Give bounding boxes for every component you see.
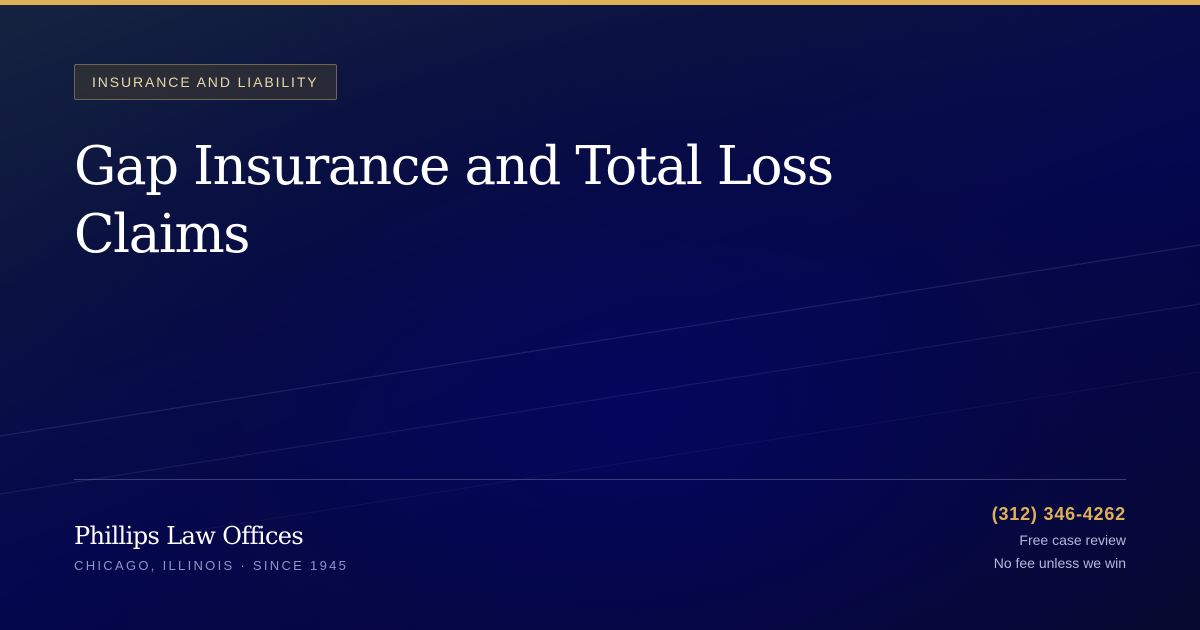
firm-name: Phillips Law Offices xyxy=(74,522,304,550)
firm-tagline: CHICAGO, ILLINOIS · SINCE 1945 xyxy=(74,558,349,573)
free-review-text: Free case review xyxy=(1019,532,1126,548)
divider xyxy=(74,479,1126,480)
category-badge: INSURANCE AND LIABILITY xyxy=(74,64,337,100)
phone-number: (312) 346-4262 xyxy=(991,504,1126,524)
social-share-card: INSURANCE AND LIABILITY Gap Insurance an… xyxy=(0,0,1200,630)
no-fee-text: No fee unless we win xyxy=(993,555,1126,571)
category-label: INSURANCE AND LIABILITY xyxy=(92,74,319,90)
contact-block: (312) 346-4262 Free case review No fee u… xyxy=(992,503,1126,575)
page-title: Gap Insurance and Total Loss Claims xyxy=(74,136,834,265)
